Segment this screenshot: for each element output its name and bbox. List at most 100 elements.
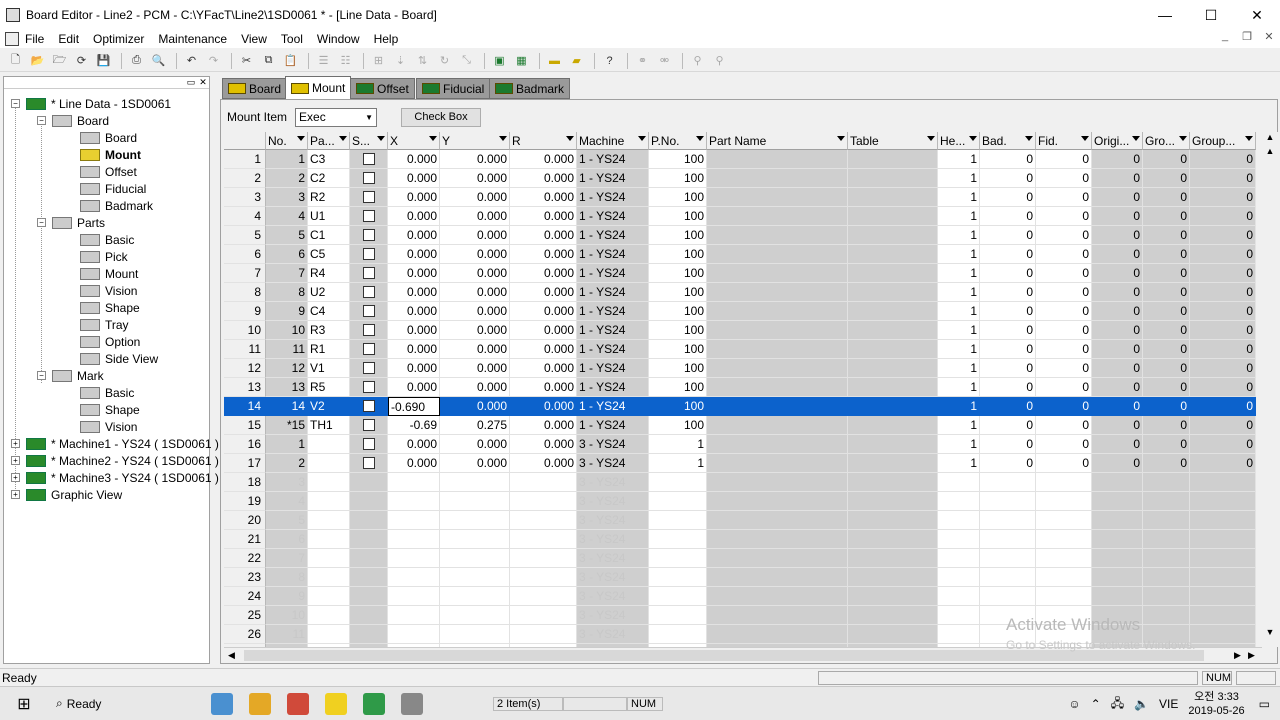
cell-tb[interactable]	[848, 606, 938, 625]
cell-r[interactable]: 0.000	[510, 321, 577, 340]
menu-optimizer[interactable]: Optimizer	[93, 32, 144, 46]
column-header[interactable]: Machine	[577, 132, 649, 150]
cell-o[interactable]	[1092, 530, 1143, 549]
cell-g2[interactable]	[1190, 587, 1256, 606]
cell-pa[interactable]	[308, 568, 350, 587]
cell-r[interactable]: 0.000	[510, 226, 577, 245]
cell-bad[interactable]	[980, 530, 1036, 549]
taskbar-app-yfact[interactable]	[325, 692, 348, 715]
cell-x[interactable]: 0.000	[388, 302, 440, 321]
cell-r[interactable]: 0.000	[510, 207, 577, 226]
cell-fid[interactable]: 0	[1036, 321, 1092, 340]
select-checkbox[interactable]	[362, 210, 375, 222]
cell-tb[interactable]	[848, 226, 938, 245]
cell-tb[interactable]	[848, 435, 938, 454]
select-checkbox[interactable]	[362, 153, 375, 165]
tree-node-parts-side-view[interactable]: Side View	[80, 350, 158, 367]
cell-pa[interactable]	[308, 530, 350, 549]
cell-fid[interactable]: 0	[1036, 435, 1092, 454]
cell-fid[interactable]: 0	[1036, 226, 1092, 245]
print-preview-icon[interactable]: 🔍	[149, 52, 168, 69]
open-multi-icon[interactable]: 🗁	[50, 52, 69, 69]
filter-dropdown-icon[interactable]	[499, 136, 507, 141]
cell-g2[interactable]: 0	[1190, 454, 1256, 473]
column-header[interactable]: Part Name	[707, 132, 848, 150]
cell-g[interactable]	[1143, 549, 1190, 568]
tab-badmark[interactable]: Badmark	[489, 78, 571, 99]
cell-pa[interactable]	[308, 606, 350, 625]
board-check-icon[interactable]: ▦	[512, 52, 531, 69]
cell-no[interactable]: 1	[266, 150, 308, 169]
table-row[interactable]: 9 9 C4 0.000 0.000 0.000 1 - YS24 100 1 0 0 0 0 0	[224, 302, 1256, 321]
cell-no[interactable]: 2	[266, 454, 308, 473]
cell-tb[interactable]	[848, 378, 938, 397]
cell-o[interactable]: 0	[1092, 321, 1143, 340]
redo-icon[interactable]: ↷	[204, 52, 223, 69]
cell-y[interactable]	[440, 549, 510, 568]
cell-fid[interactable]: 0	[1036, 302, 1092, 321]
cell-s[interactable]	[350, 530, 388, 549]
table-row[interactable]: 8 8 U2 0.000 0.000 0.000 1 - YS24 100 1 0 0 0 0 0	[224, 283, 1256, 302]
cell-no[interactable]: 2	[266, 169, 308, 188]
cell-bad[interactable]: 0	[980, 435, 1036, 454]
column-header[interactable]: He...	[938, 132, 980, 150]
cell-bad[interactable]: 0	[980, 397, 1036, 416]
cell-tb[interactable]	[848, 264, 938, 283]
cell-no[interactable]: 9	[266, 587, 308, 606]
table-row-empty[interactable]: 21 6 3 - YS24	[224, 530, 1256, 549]
cell-g[interactable]: 0	[1143, 302, 1190, 321]
cell-bad[interactable]: 0	[980, 302, 1036, 321]
cell-r[interactable]	[510, 473, 577, 492]
cell-he[interactable]	[938, 625, 980, 644]
cell-y[interactable]: 0.000	[440, 264, 510, 283]
cell-n[interactable]: 18	[224, 473, 266, 492]
cell-pn[interactable]	[707, 454, 848, 473]
tree-node-machine1[interactable]: + * Machine1 - YS24 ( 1SD0061 )	[11, 435, 219, 452]
cell-pn[interactable]	[707, 606, 848, 625]
cell-fid[interactable]	[1036, 587, 1092, 606]
cell-pa[interactable]: U1	[308, 207, 350, 226]
cell-n[interactable]: 20	[224, 511, 266, 530]
cell-y[interactable]: 0.000	[440, 226, 510, 245]
cell-he[interactable]: 1	[938, 245, 980, 264]
cell-y[interactable]: 0.000	[440, 150, 510, 169]
cell-pn[interactable]	[707, 416, 848, 435]
cell-s[interactable]	[350, 587, 388, 606]
table-row-empty[interactable]: 23 8 3 - YS24	[224, 568, 1256, 587]
cell-p[interactable]: 100	[649, 245, 707, 264]
select-checkbox[interactable]	[362, 248, 375, 260]
cell-s[interactable]	[350, 169, 388, 188]
cell-tb[interactable]	[848, 283, 938, 302]
cell-g2[interactable]: 0	[1190, 207, 1256, 226]
cell-g2[interactable]	[1190, 606, 1256, 625]
taskbar-app-excel[interactable]	[363, 692, 386, 715]
cell-bad[interactable]: 0	[980, 416, 1036, 435]
cell-m[interactable]: 1 - YS24	[577, 226, 649, 245]
taskbar-app-red[interactable]	[287, 692, 310, 715]
cell-m[interactable]: 1 - YS24	[577, 188, 649, 207]
cell-fid[interactable]: 0	[1036, 416, 1092, 435]
tree-node-board-badmark[interactable]: Badmark	[80, 197, 153, 214]
tree-node-mark-vision[interactable]: Vision	[80, 418, 137, 435]
cell-g2[interactable]	[1190, 568, 1256, 587]
rotate-icon[interactable]: ↻	[435, 52, 454, 69]
cell-p[interactable]	[649, 568, 707, 587]
cell-m[interactable]: 3 - YS24	[577, 625, 649, 644]
cell-tb[interactable]	[848, 454, 938, 473]
tree-node-mark-basic[interactable]: Basic	[80, 384, 134, 401]
cell-pa[interactable]: C2	[308, 169, 350, 188]
cell-r[interactable]	[510, 587, 577, 606]
cell-o[interactable]: 0	[1092, 283, 1143, 302]
cell-o[interactable]	[1092, 587, 1143, 606]
cell-p[interactable]: 100	[649, 150, 707, 169]
cell-bad[interactable]	[980, 587, 1036, 606]
move-icon[interactable]: ⇣	[391, 52, 410, 69]
table-row[interactable]: 1 1 C3 0.000 0.000 0.000 1 - YS24 100 1 0 0 0 0 0	[224, 150, 1256, 169]
cell-o[interactable]	[1092, 568, 1143, 587]
cell-bad[interactable]: 0	[980, 321, 1036, 340]
cell-x[interactable]: 0.000	[388, 321, 440, 340]
mdi-close-button[interactable]: ✕	[1258, 30, 1280, 43]
cell-r[interactable]: 0.000	[510, 454, 577, 473]
cell-o[interactable]: 0	[1092, 359, 1143, 378]
cell-r[interactable]: 0.000	[510, 264, 577, 283]
